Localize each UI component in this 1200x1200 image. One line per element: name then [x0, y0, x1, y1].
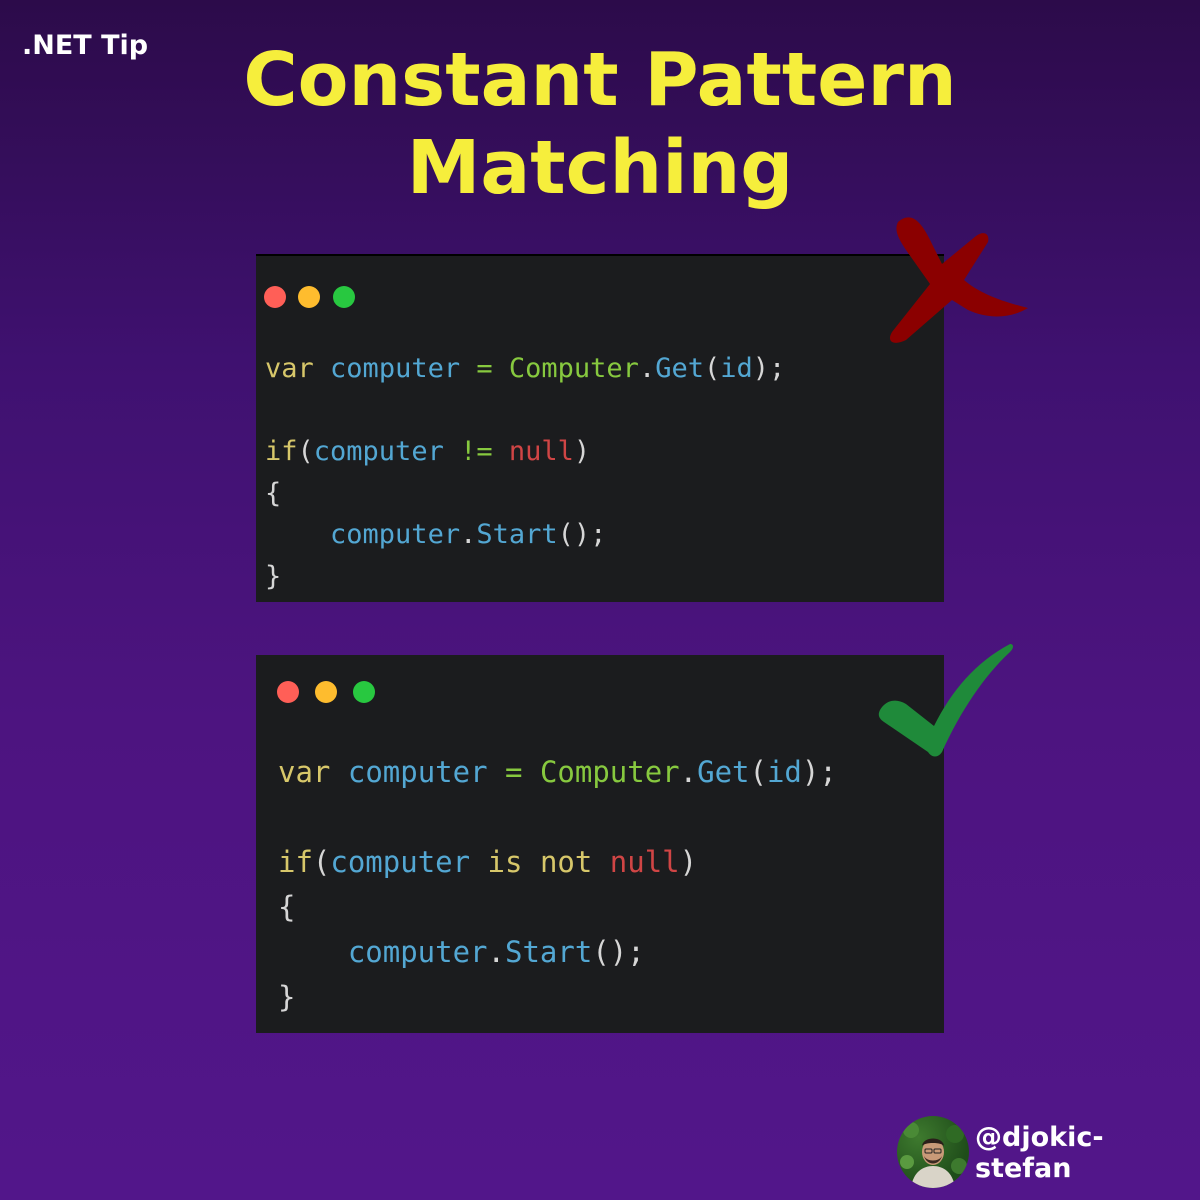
cross-icon: [889, 217, 1028, 343]
avatar: [897, 1116, 969, 1188]
close-dot-icon: [264, 286, 286, 308]
code-line: if(computer is not null): [278, 845, 698, 879]
title-line-1: Constant Pattern: [243, 37, 957, 123]
title-line-2: Matching: [406, 125, 794, 211]
code-window-good: var computer = Computer.Get(id); if(comp…: [256, 655, 944, 1033]
code-line: {: [265, 477, 282, 509]
code-line: var computer = Computer.Get(id);: [278, 755, 837, 789]
maximize-dot-icon: [333, 286, 355, 308]
person-icon: [900, 1122, 967, 1188]
minimize-dot-icon: [298, 286, 320, 308]
code-line: computer.Start();: [347, 935, 645, 969]
code-line: if(computer != null): [265, 436, 591, 467]
code-line: }: [278, 980, 296, 1014]
code-window-bad: var computer = Computer.Get(id); if(comp…: [256, 254, 944, 602]
author-handle: @djokic-stefan: [975, 1122, 1104, 1184]
code-block-good: var computer = Computer.Get(id); if(comp…: [278, 750, 837, 1020]
code-line: {: [278, 890, 296, 924]
code-line: var computer = Computer.Get(id);: [265, 353, 786, 384]
minimize-dot-icon: [315, 681, 337, 703]
close-dot-icon: [277, 681, 299, 703]
code-line: }: [265, 560, 282, 592]
code-line: computer.Start();: [330, 519, 607, 550]
code-block-bad: var computer = Computer.Get(id); if(comp…: [265, 348, 785, 597]
page-title: Constant Pattern Matching: [0, 36, 1200, 212]
check-icon: [878, 644, 1013, 757]
maximize-dot-icon: [353, 681, 375, 703]
